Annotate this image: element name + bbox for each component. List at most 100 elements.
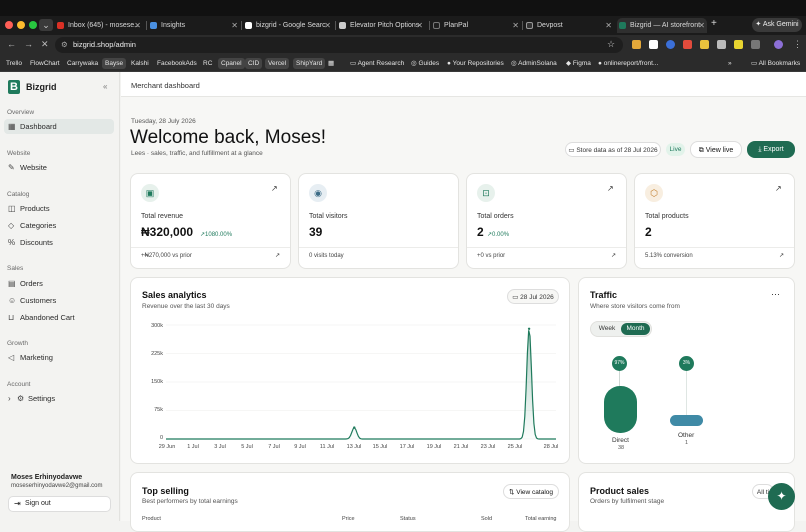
section-sales: Sales (7, 265, 24, 272)
address-bar[interactable]: ⚙ bizgrid.shop/admin (55, 37, 623, 53)
more-bookmarks-icon[interactable]: » (728, 58, 732, 69)
sign-out-button[interactable]: ⇥ Sign out (8, 496, 111, 512)
stop-loading-icon[interactable]: ✕ (41, 39, 49, 50)
bookmark-figma[interactable]: ◆ Figma (566, 58, 591, 69)
product-sales-subtitle: Orders by fulfilment stage (590, 498, 665, 505)
section-growth: Growth (7, 340, 28, 347)
bookmark-your-repositories[interactable]: ● Your Repositories (447, 58, 504, 69)
browser-menu-icon[interactable]: ⋮ (793, 39, 802, 50)
sales-point[interactable] (527, 327, 531, 330)
bookmark-cpanel[interactable]: Cpanel (218, 58, 245, 69)
y-tick-label: 300k (151, 323, 163, 329)
bookmark-cid[interactable]: CID (245, 58, 263, 69)
arrow-up-right-small-icon: ↗ (779, 253, 785, 259)
tab-bizgrid[interactable]: Bizgrid — AI storefront ✕ (617, 18, 707, 33)
close-tab-icon[interactable]: ✕ (416, 18, 423, 33)
sales-point[interactable] (353, 426, 356, 429)
week-toggle[interactable]: Week (594, 323, 620, 335)
extension-icon[interactable] (666, 40, 675, 49)
date-filter-chip[interactable]: ▭ 28 Jul 2026 (507, 289, 559, 304)
all-bookmarks[interactable]: ▭ All Bookmarks (751, 58, 800, 69)
bookmark-kalshi[interactable]: Kalshi (131, 58, 149, 69)
more-options-icon[interactable]: ⋯ (771, 289, 780, 300)
bookmark-flowchart[interactable]: FlowChart (30, 58, 60, 69)
close-tab-icon[interactable]: ✕ (605, 18, 612, 33)
sidebar-item-orders[interactable]: ▤ Orders (4, 276, 114, 291)
x-tick-label: 5 Jul (241, 444, 253, 450)
bookmark-guides[interactable]: ◎ Guides (411, 58, 439, 69)
extension-shield-icon[interactable] (717, 40, 726, 49)
sidebar-item-marketing[interactable]: ◁ Marketing (4, 350, 114, 365)
bookmark-carrywaka[interactable]: Carrywaka (67, 58, 98, 69)
x-tick-label: 7 Jul (268, 444, 280, 450)
direct-connector (619, 371, 620, 386)
sidebar-item-products[interactable]: ◫ Products (4, 201, 114, 216)
sales-series-line (166, 330, 556, 440)
other-bar (670, 415, 703, 426)
profile-avatar-icon[interactable] (774, 40, 783, 49)
tab-elevator-pitch[interactable]: Elevator Pitch Options ✕ (337, 18, 425, 33)
bookmark-vercel[interactable]: Vercel (265, 58, 290, 69)
bookmark-trello[interactable]: Trello (6, 58, 22, 69)
minimize-window-button[interactable] (17, 21, 25, 29)
export-button[interactable]: ⤓ Export (747, 141, 795, 158)
extension-icon[interactable] (734, 40, 743, 49)
close-window-button[interactable] (5, 21, 13, 29)
tab-search-button[interactable]: ⌄ (39, 19, 53, 31)
close-tab-icon[interactable]: ✕ (231, 18, 238, 33)
month-toggle[interactable]: Month (621, 323, 650, 335)
close-tab-icon[interactable]: ✕ (698, 18, 705, 33)
arrow-up-right-icon[interactable]: ↗ (607, 184, 614, 193)
extension-icon[interactable] (649, 40, 658, 49)
collapse-sidebar-icon[interactable]: « (103, 82, 107, 91)
extension-pen-icon[interactable] (632, 40, 641, 49)
extension-icon[interactable] (700, 40, 709, 49)
tab-google-search[interactable]: bizgrid - Google Searc ✕ (243, 18, 333, 33)
view-catalog-button[interactable]: ⇅ View catalog (503, 484, 559, 499)
tab-devpost[interactable]: Devpost ✕ (524, 18, 614, 33)
maximize-window-button[interactable] (29, 21, 37, 29)
bookmark-shipyard[interactable]: ShipYard (293, 58, 326, 69)
bookmark-onlinereport[interactable]: ● onlinereport/front... (598, 58, 658, 69)
extensions-puzzle-icon[interactable] (751, 40, 760, 49)
view-live-button[interactable]: ⧉ View live (690, 141, 742, 158)
bookmark-adminsolana[interactable]: ◎ AdminSolana (511, 58, 557, 69)
back-icon[interactable]: ← (7, 39, 16, 49)
apps-grid-icon[interactable]: ▦ (328, 58, 334, 69)
bookmark-facebookads[interactable]: FacebookAds (157, 58, 197, 69)
sidebar-item-dashboard[interactable]: ▦ Dashboard (4, 119, 114, 134)
sidebar-item-abandoned-cart[interactable]: ⊔ Abandoned Cart (4, 310, 114, 325)
section-catalog: Catalog (7, 191, 30, 198)
sidebar-item-categories[interactable]: ◇ Categories (4, 218, 114, 233)
calendar-icon: ▭ (512, 294, 521, 301)
arrow-up-right-icon[interactable]: ↗ (271, 184, 278, 193)
new-tab-button[interactable]: + (711, 18, 717, 29)
x-tick-label: 19 Jul (426, 444, 442, 450)
x-tick-label: 13 Jul (346, 444, 362, 450)
forward-icon[interactable]: → (24, 39, 33, 49)
bookmark-bayse[interactable]: Bayse (102, 58, 127, 69)
bookmark-rc[interactable]: RC (203, 58, 212, 69)
other-count: 1 (685, 440, 689, 446)
tab-inbox[interactable]: Inbox (645) - mosese... ✕ (55, 18, 143, 33)
tab-planpal[interactable]: PlanPal ✕ (431, 18, 521, 33)
sidebar-item-customers[interactable]: ☺ Customers (4, 293, 114, 308)
x-tick-label: 11 Jul (319, 444, 335, 450)
extension-icon[interactable] (683, 40, 692, 49)
close-tab-icon[interactable]: ✕ (324, 18, 331, 33)
sidebar-item-settings[interactable]: › ⚙ Settings (4, 391, 114, 406)
devpost-icon (526, 22, 533, 29)
orders-icon: ▤ (8, 279, 16, 288)
ask-gemini-button[interactable]: ✦ Ask Gemini (752, 18, 802, 32)
bookmark-agent-research[interactable]: ▭ Agent Research (350, 58, 404, 69)
bookmark-star-icon[interactable]: ☆ (607, 39, 615, 50)
assistant-fab[interactable]: ✦ (768, 483, 795, 510)
x-tick-label: 21 Jul (453, 444, 469, 450)
sidebar-item-discounts[interactable]: % Discounts (4, 235, 114, 250)
arrow-up-right-icon[interactable]: ↗ (775, 184, 782, 193)
sidebar-item-website[interactable]: ✎ Website (4, 160, 114, 175)
close-tab-icon[interactable]: ✕ (512, 18, 519, 33)
site-info-icon[interactable]: ⚙ (61, 37, 68, 53)
tab-insights[interactable]: Insights ✕ (148, 18, 240, 33)
close-tab-icon[interactable]: ✕ (134, 18, 141, 33)
